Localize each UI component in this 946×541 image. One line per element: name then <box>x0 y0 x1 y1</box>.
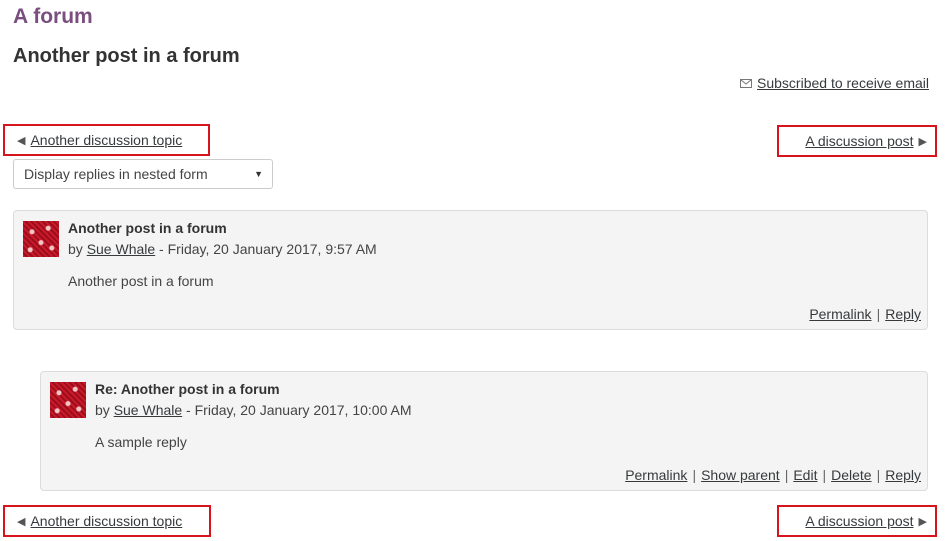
separator: | <box>876 467 881 483</box>
post-author-line: by Sue Whale - Friday, 20 January 2017, … <box>95 402 411 418</box>
reply-link[interactable]: Reply <box>885 306 921 322</box>
permalink-link[interactable]: Permalink <box>809 306 871 322</box>
show-parent-link[interactable]: Show parent <box>701 467 780 483</box>
avatar[interactable] <box>50 382 86 418</box>
forum-post: Another post in a forum by Sue Whale - F… <box>13 210 928 330</box>
author-prefix: by <box>68 241 87 257</box>
right-arrow-icon: ▶ <box>918 515 927 528</box>
subscription-link[interactable]: Subscribed to receive email <box>757 75 929 91</box>
prev-discussion-nav-top[interactable]: ◀ Another discussion topic <box>3 124 210 156</box>
prev-discussion-link[interactable]: Another discussion topic <box>30 132 182 148</box>
display-mode-select[interactable]: Display replies in nested form ▼ <box>13 159 273 189</box>
author-prefix: by <box>95 402 114 418</box>
separator: | <box>784 467 789 483</box>
delete-link[interactable]: Delete <box>831 467 871 483</box>
discussion-title: Another post in a forum <box>13 45 240 67</box>
post-date: - Friday, 20 January 2017, 9:57 AM <box>155 241 377 257</box>
prev-discussion-link[interactable]: Another discussion topic <box>30 513 182 529</box>
post-commands: Permalink | Reply <box>809 306 921 322</box>
right-arrow-icon: ▶ <box>918 135 927 148</box>
prev-discussion-nav-bottom[interactable]: ◀ Another discussion topic <box>3 505 211 537</box>
post-commands: Permalink | Show parent | Edit | Delete … <box>625 467 921 483</box>
forum-title: A forum <box>13 5 93 28</box>
permalink-link[interactable]: Permalink <box>625 467 687 483</box>
post-body: Another post in a forum <box>68 273 214 289</box>
separator: | <box>876 306 881 322</box>
post-subject: Another post in a forum <box>68 220 227 236</box>
avatar[interactable] <box>23 221 59 257</box>
author-link[interactable]: Sue Whale <box>114 402 182 418</box>
subscription-status: Subscribed to receive email <box>740 75 929 91</box>
separator: | <box>692 467 697 483</box>
next-discussion-nav-bottom[interactable]: A discussion post ▶ <box>777 505 937 537</box>
edit-link[interactable]: Edit <box>793 467 817 483</box>
left-arrow-icon: ◀ <box>17 515 26 528</box>
forum-reply-post: Re: Another post in a forum by Sue Whale… <box>40 371 928 491</box>
separator: | <box>822 467 827 483</box>
envelope-icon <box>740 78 753 88</box>
post-date: - Friday, 20 January 2017, 10:00 AM <box>182 402 412 418</box>
post-body: A sample reply <box>95 434 187 450</box>
next-discussion-link[interactable]: A discussion post <box>805 513 913 529</box>
left-arrow-icon: ◀ <box>17 134 26 147</box>
post-author-line: by Sue Whale - Friday, 20 January 2017, … <box>68 241 377 257</box>
chevron-down-icon: ▼ <box>254 169 263 179</box>
reply-link[interactable]: Reply <box>885 467 921 483</box>
post-subject: Re: Another post in a forum <box>95 381 280 397</box>
display-mode-value: Display replies in nested form <box>24 166 208 182</box>
next-discussion-nav-top[interactable]: A discussion post ▶ <box>777 125 937 157</box>
author-link[interactable]: Sue Whale <box>87 241 155 257</box>
next-discussion-link[interactable]: A discussion post <box>805 133 913 149</box>
